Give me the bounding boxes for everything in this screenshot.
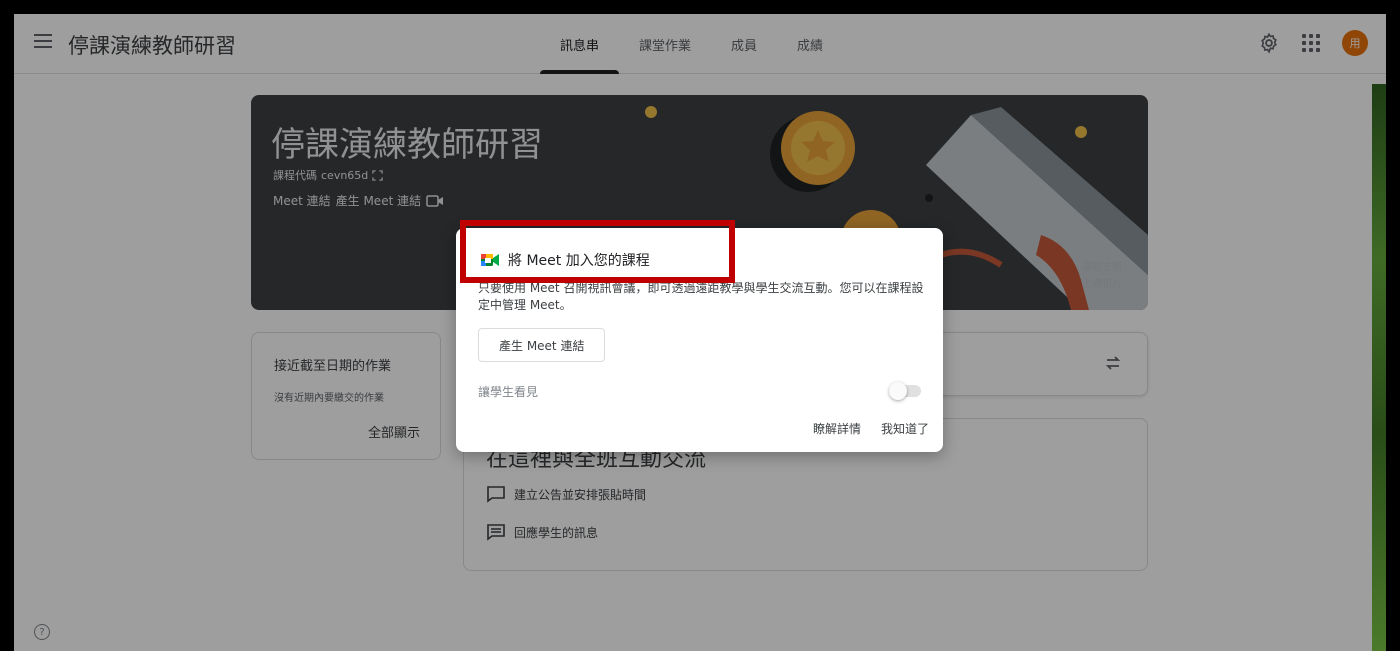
visible-to-students-toggle[interactable] <box>889 382 921 400</box>
learn-more-button[interactable]: 瞭解詳情 <box>813 420 861 437</box>
generate-meet-link-button[interactable]: 產生 Meet 連結 <box>478 328 606 362</box>
toggle-knob <box>889 382 907 400</box>
got-it-button[interactable]: 我知道了 <box>881 420 929 437</box>
visible-to-students-label: 讓學生看見 <box>478 385 539 399</box>
dialog-actions: 瞭解詳情 我知道了 <box>813 420 929 437</box>
background-edge <box>1372 84 1386 651</box>
classroom-window: 停課演練教師研習 訊息串 課堂作業 成員 成績 用 停課演練教師研習 課程代碼 … <box>14 14 1386 651</box>
dialog-body: 只要使用 Meet 召開視訊會議，即可透過遠距教學與學生交流互動。您可以在課程設… <box>478 281 924 312</box>
annotation-highlight-box <box>460 220 735 283</box>
